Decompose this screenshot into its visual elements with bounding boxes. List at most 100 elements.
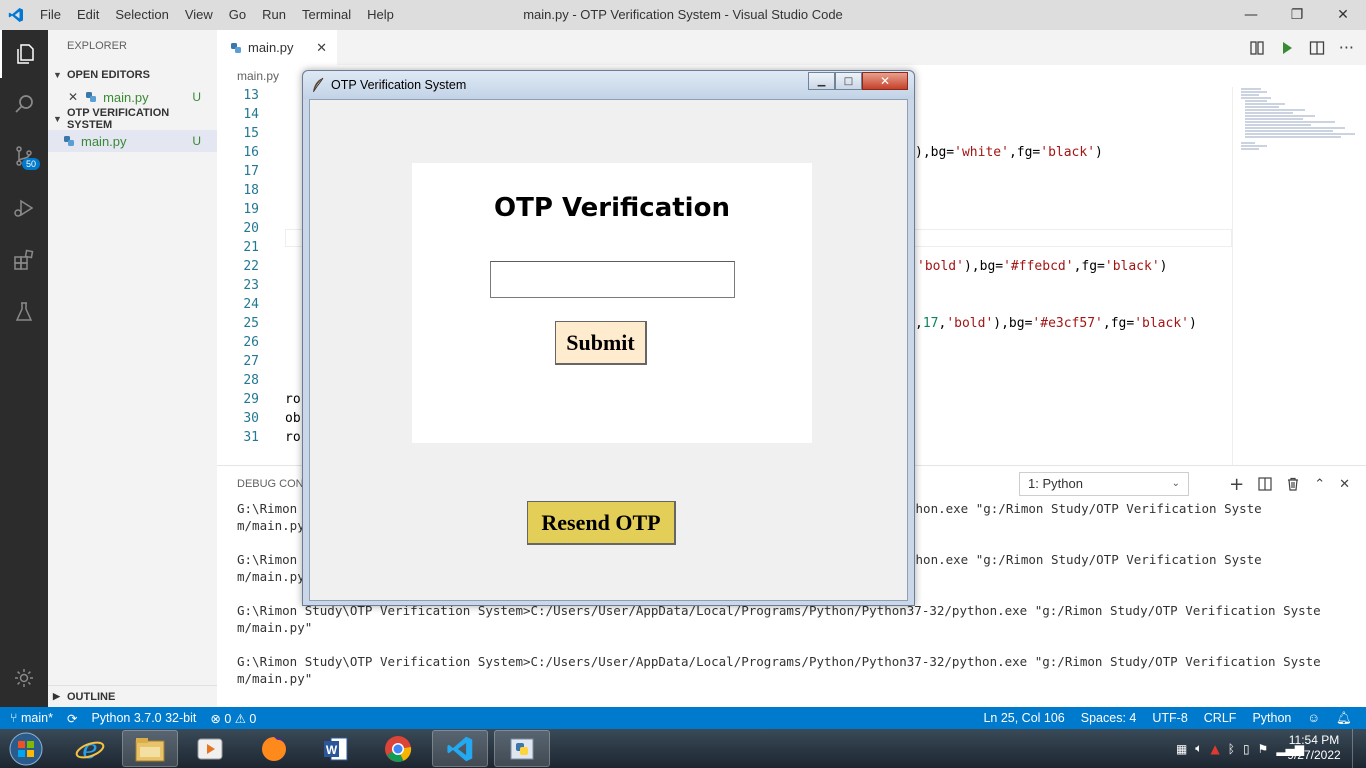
python-taskbar-icon[interactable] bbox=[494, 730, 550, 767]
start-button[interactable] bbox=[6, 731, 46, 767]
open-editors-section[interactable]: ▼ OPEN EDITORS bbox=[48, 64, 217, 86]
file-explorer-icon[interactable] bbox=[122, 730, 178, 767]
python-interpreter[interactable]: Python 3.7.0 32-bit bbox=[91, 711, 196, 725]
otp-input[interactable] bbox=[490, 261, 735, 298]
menu-edit[interactable]: Edit bbox=[69, 0, 107, 30]
maximize-panel-icon[interactable]: ⌃ bbox=[1314, 477, 1325, 492]
menu-file[interactable]: File bbox=[32, 0, 69, 30]
menu-go[interactable]: Go bbox=[221, 0, 254, 30]
more-actions-icon[interactable]: ··· bbox=[1339, 38, 1354, 57]
menu-terminal[interactable]: Terminal bbox=[294, 0, 359, 30]
indentation[interactable]: Spaces: 4 bbox=[1081, 711, 1137, 725]
compare-changes-icon[interactable] bbox=[1249, 40, 1265, 56]
open-editor-main-py[interactable]: ✕ main.py U bbox=[48, 86, 217, 108]
minimap-preview bbox=[1241, 88, 1355, 150]
minimize-icon[interactable]: ▁ bbox=[808, 72, 835, 90]
open-editors-label: OPEN EDITORS bbox=[67, 69, 150, 81]
clock-time: 11:54 PM bbox=[1288, 733, 1340, 747]
menu-view[interactable]: View bbox=[177, 0, 221, 30]
cursor-position[interactable]: Ln 25, Col 106 bbox=[983, 711, 1064, 725]
extensions-icon[interactable] bbox=[0, 236, 48, 284]
line-number: 15 bbox=[243, 126, 259, 141]
internet-explorer-icon[interactable]: e bbox=[62, 730, 118, 767]
chrome-icon[interactable] bbox=[370, 730, 426, 767]
windows-taskbar: e W ▦ 🔈︎ ▲ ᛒ ▯ ⚑ ▂▄▆ 11:54 PM 9/27/2022 bbox=[0, 729, 1366, 768]
taskbar-clock[interactable]: 11:54 PM 9/27/2022 bbox=[1284, 733, 1344, 763]
panel-title[interactable]: DEBUG CONS bbox=[237, 478, 311, 490]
volume-icon[interactable]: 🔈︎ bbox=[1195, 741, 1202, 756]
media-player-icon[interactable] bbox=[182, 730, 238, 767]
maximize-icon[interactable]: □ bbox=[835, 72, 862, 90]
close-editor-icon[interactable]: ✕ bbox=[68, 90, 78, 104]
menu-run[interactable]: Run bbox=[254, 0, 294, 30]
otp-window: OTP Verification System ▁ □ ✕ OTP Verifi… bbox=[302, 70, 915, 606]
run-debug-icon[interactable] bbox=[0, 184, 48, 232]
device-icon[interactable]: ▯ bbox=[1243, 742, 1250, 756]
feedback-icon[interactable]: ☺ bbox=[1307, 711, 1320, 725]
acrobat-icon[interactable]: ▲ bbox=[1211, 742, 1220, 756]
otp-window-title-bar[interactable]: OTP Verification System ▁ □ ✕ bbox=[303, 71, 914, 99]
terminal-selected-value: 1: Python bbox=[1028, 476, 1083, 491]
vscode-taskbar-icon[interactable] bbox=[432, 730, 488, 767]
line-number: 21 bbox=[243, 240, 259, 255]
new-terminal-icon[interactable]: + bbox=[1229, 474, 1244, 495]
vscode-logo-icon bbox=[0, 0, 32, 30]
code-line-30: ob bbox=[285, 411, 301, 426]
terminal-selector[interactable]: 1: Python ⌄ bbox=[1019, 472, 1189, 496]
language-mode[interactable]: Python bbox=[1252, 711, 1291, 725]
terminal-line: m/main.py" bbox=[237, 671, 313, 686]
breadcrumb-file[interactable]: main.py bbox=[237, 69, 279, 83]
untracked-status: U bbox=[192, 134, 201, 148]
source-control-icon[interactable]: 50 bbox=[0, 132, 48, 180]
encoding[interactable]: UTF-8 bbox=[1152, 711, 1187, 725]
outline-section[interactable]: ▶ OUTLINE bbox=[48, 685, 217, 707]
run-python-file-icon[interactable] bbox=[1279, 40, 1295, 56]
windows-logo-icon bbox=[9, 732, 43, 766]
restore-icon[interactable]: ❐ bbox=[1274, 0, 1320, 30]
minimap[interactable] bbox=[1232, 87, 1366, 465]
resend-otp-button[interactable]: Resend OTP bbox=[527, 501, 676, 545]
problems-indicator[interactable]: ⊗ 0 ⚠ 0 bbox=[210, 711, 256, 726]
notifications-bell-icon[interactable]: 🔔︎ bbox=[1336, 711, 1352, 726]
project-section[interactable]: ▼ OTP VERIFICATION SYSTEM bbox=[48, 107, 217, 131]
git-branch-icon: ⑂ bbox=[10, 711, 21, 725]
close-tab-icon[interactable]: ✕ bbox=[316, 40, 327, 56]
project-file-name: main.py bbox=[81, 133, 127, 149]
line-number: 30 bbox=[243, 411, 259, 426]
menu-help[interactable]: Help bbox=[359, 0, 402, 30]
testing-flask-icon[interactable] bbox=[0, 288, 48, 336]
python-file-icon bbox=[64, 136, 74, 146]
line-number: 16 bbox=[243, 145, 259, 160]
vscode-title-bar: File Edit Selection View Go Run Terminal… bbox=[0, 0, 1366, 30]
editor-tab-bar: main.py ✕ ··· bbox=[217, 30, 1366, 65]
manage-gear-icon[interactable] bbox=[0, 654, 48, 702]
menu-bar: File Edit Selection View Go Run Terminal… bbox=[32, 0, 402, 30]
submit-button[interactable]: Submit bbox=[555, 321, 647, 365]
explorer-icon[interactable] bbox=[0, 30, 48, 78]
close-icon[interactable]: ✕ bbox=[1320, 0, 1366, 30]
project-file-main-py[interactable]: main.py U bbox=[48, 130, 217, 152]
trash-icon[interactable] bbox=[1286, 477, 1300, 491]
line-endings[interactable]: CRLF bbox=[1204, 711, 1237, 725]
close-icon[interactable]: ✕ bbox=[862, 72, 908, 90]
split-terminal-icon[interactable] bbox=[1258, 477, 1272, 491]
tab-main-py[interactable]: main.py ✕ bbox=[217, 30, 337, 65]
minimize-icon[interactable]: — bbox=[1228, 0, 1274, 30]
line-number: 28 bbox=[243, 373, 259, 388]
bluetooth-icon[interactable]: ᛒ bbox=[1228, 742, 1235, 756]
tray-app-icon[interactable]: ▦ bbox=[1176, 742, 1187, 756]
split-editor-icon[interactable] bbox=[1309, 40, 1325, 56]
activity-bar: 50 bbox=[0, 30, 48, 707]
terminal-line: m/main.py bbox=[237, 518, 305, 533]
sync-icon[interactable]: ⟳ bbox=[67, 711, 77, 726]
word-icon[interactable]: W bbox=[308, 730, 364, 767]
firefox-icon[interactable] bbox=[246, 730, 302, 767]
branch-indicator[interactable]: ⑂ main* bbox=[10, 711, 53, 725]
menu-selection[interactable]: Selection bbox=[107, 0, 176, 30]
line-number: 19 bbox=[243, 202, 259, 217]
show-desktop-button[interactable] bbox=[1352, 729, 1366, 768]
status-bar: ⑂ main* ⟳ Python 3.7.0 32-bit ⊗ 0 ⚠ 0 Ln… bbox=[0, 707, 1366, 729]
search-icon[interactable] bbox=[0, 80, 48, 128]
close-panel-icon[interactable]: ✕ bbox=[1339, 477, 1350, 492]
action-center-flag-icon[interactable]: ⚑ bbox=[1258, 742, 1269, 756]
